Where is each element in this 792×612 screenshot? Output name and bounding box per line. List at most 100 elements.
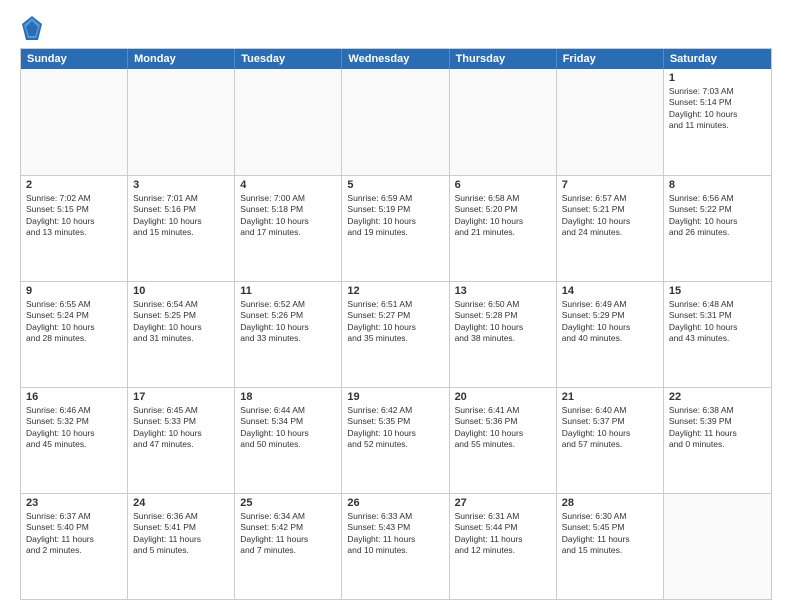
logo-icon [22, 16, 42, 40]
day-number: 14 [562, 285, 658, 297]
day-info: Sunrise: 7:02 AMSunset: 5:15 PMDaylight:… [26, 193, 122, 239]
day-info: Sunrise: 6:51 AMSunset: 5:27 PMDaylight:… [347, 299, 443, 345]
day-number: 20 [455, 391, 551, 403]
day-number: 6 [455, 179, 551, 191]
day-number: 24 [133, 497, 229, 509]
calendar-cell: 16 Sunrise: 6:46 AMSunset: 5:32 PMDayligh… [21, 388, 128, 493]
day-info: Sunrise: 6:33 AMSunset: 5:43 PMDaylight:… [347, 511, 443, 557]
calendar-row: 2 Sunrise: 7:02 AMSunset: 5:15 PMDaylight… [21, 175, 771, 281]
calendar-cell: 28 Sunrise: 6:30 AMSunset: 5:45 PMDayligh… [557, 494, 664, 599]
calendar-cell: 5 Sunrise: 6:59 AMSunset: 5:19 PMDaylight… [342, 176, 449, 281]
day-info: Sunrise: 6:54 AMSunset: 5:25 PMDaylight:… [133, 299, 229, 345]
calendar-header: SundayMondayTuesdayWednesdayThursdayFrid… [21, 49, 771, 69]
calendar: SundayMondayTuesdayWednesdayThursdayFrid… [20, 48, 772, 600]
calendar-header-cell: Wednesday [342, 49, 449, 69]
day-number: 17 [133, 391, 229, 403]
day-info: Sunrise: 6:42 AMSunset: 5:35 PMDaylight:… [347, 405, 443, 451]
calendar-cell: 21 Sunrise: 6:40 AMSunset: 5:37 PMDayligh… [557, 388, 664, 493]
day-number: 2 [26, 179, 122, 191]
day-info: Sunrise: 6:30 AMSunset: 5:45 PMDaylight:… [562, 511, 658, 557]
calendar-row: 16 Sunrise: 6:46 AMSunset: 5:32 PMDayligh… [21, 387, 771, 493]
day-number: 5 [347, 179, 443, 191]
calendar-cell: 9 Sunrise: 6:55 AMSunset: 5:24 PMDaylight… [21, 282, 128, 387]
calendar-cell: 11 Sunrise: 6:52 AMSunset: 5:26 PMDayligh… [235, 282, 342, 387]
calendar-cell: 2 Sunrise: 7:02 AMSunset: 5:15 PMDaylight… [21, 176, 128, 281]
day-number: 8 [669, 179, 766, 191]
day-info: Sunrise: 6:57 AMSunset: 5:21 PMDaylight:… [562, 193, 658, 239]
day-number: 18 [240, 391, 336, 403]
calendar-cell: 7 Sunrise: 6:57 AMSunset: 5:21 PMDaylight… [557, 176, 664, 281]
day-info: Sunrise: 6:44 AMSunset: 5:34 PMDaylight:… [240, 405, 336, 451]
calendar-cell: 19 Sunrise: 6:42 AMSunset: 5:35 PMDayligh… [342, 388, 449, 493]
day-info: Sunrise: 6:41 AMSunset: 5:36 PMDaylight:… [455, 405, 551, 451]
calendar-cell: 23 Sunrise: 6:37 AMSunset: 5:40 PMDayligh… [21, 494, 128, 599]
day-number: 19 [347, 391, 443, 403]
day-info: Sunrise: 6:45 AMSunset: 5:33 PMDaylight:… [133, 405, 229, 451]
day-info: Sunrise: 6:40 AMSunset: 5:37 PMDaylight:… [562, 405, 658, 451]
calendar-header-cell: Monday [128, 49, 235, 69]
day-info: Sunrise: 6:56 AMSunset: 5:22 PMDaylight:… [669, 193, 766, 239]
calendar-cell: 6Sunrise: 6:58 AMSunset: 5:20 PMDaylight… [450, 176, 557, 281]
day-number: 22 [669, 391, 766, 403]
calendar-cell: 18 Sunrise: 6:44 AMSunset: 5:34 PMDayligh… [235, 388, 342, 493]
day-number: 28 [562, 497, 658, 509]
calendar-cell: 15Sunrise: 6:48 AMSunset: 5:31 PMDayligh… [664, 282, 771, 387]
day-number: 16 [26, 391, 122, 403]
day-number: 23 [26, 497, 122, 509]
day-info: Sunrise: 6:34 AMSunset: 5:42 PMDaylight:… [240, 511, 336, 557]
day-number: 13 [455, 285, 551, 297]
header [20, 16, 772, 40]
day-info: Sunrise: 6:55 AMSunset: 5:24 PMDaylight:… [26, 299, 122, 345]
day-info: Sunrise: 6:48 AMSunset: 5:31 PMDaylight:… [669, 299, 766, 345]
day-number: 27 [455, 497, 551, 509]
day-number: 10 [133, 285, 229, 297]
calendar-row: 9 Sunrise: 6:55 AMSunset: 5:24 PMDaylight… [21, 281, 771, 387]
page: SundayMondayTuesdayWednesdayThursdayFrid… [0, 0, 792, 612]
logo [20, 16, 42, 40]
day-info: Sunrise: 6:52 AMSunset: 5:26 PMDaylight:… [240, 299, 336, 345]
day-info: Sunrise: 7:01 AMSunset: 5:16 PMDaylight:… [133, 193, 229, 239]
calendar-cell [128, 69, 235, 175]
calendar-cell: 12Sunrise: 6:51 AMSunset: 5:27 PMDayligh… [342, 282, 449, 387]
day-number: 1 [669, 72, 766, 84]
calendar-cell [21, 69, 128, 175]
day-info: Sunrise: 6:59 AMSunset: 5:19 PMDaylight:… [347, 193, 443, 239]
calendar-cell [342, 69, 449, 175]
calendar-row: 23 Sunrise: 6:37 AMSunset: 5:40 PMDayligh… [21, 493, 771, 599]
calendar-cell: 8 Sunrise: 6:56 AMSunset: 5:22 PMDaylight… [664, 176, 771, 281]
calendar-cell [450, 69, 557, 175]
calendar-cell: 26 Sunrise: 6:33 AMSunset: 5:43 PMDayligh… [342, 494, 449, 599]
calendar-cell: 17 Sunrise: 6:45 AMSunset: 5:33 PMDayligh… [128, 388, 235, 493]
calendar-cell: 13Sunrise: 6:50 AMSunset: 5:28 PMDayligh… [450, 282, 557, 387]
calendar-header-cell: Thursday [450, 49, 557, 69]
day-info: Sunrise: 6:49 AMSunset: 5:29 PMDaylight:… [562, 299, 658, 345]
day-info: Sunrise: 7:03 AMSunset: 5:14 PMDaylight:… [669, 86, 766, 132]
day-info: Sunrise: 6:46 AMSunset: 5:32 PMDaylight:… [26, 405, 122, 451]
day-number: 7 [562, 179, 658, 191]
day-number: 26 [347, 497, 443, 509]
day-info: Sunrise: 6:31 AMSunset: 5:44 PMDaylight:… [455, 511, 551, 557]
calendar-header-cell: Saturday [664, 49, 771, 69]
day-number: 4 [240, 179, 336, 191]
day-info: Sunrise: 6:37 AMSunset: 5:40 PMDaylight:… [26, 511, 122, 557]
calendar-header-cell: Sunday [21, 49, 128, 69]
calendar-cell: 4 Sunrise: 7:00 AMSunset: 5:18 PMDaylight… [235, 176, 342, 281]
day-number: 25 [240, 497, 336, 509]
day-info: Sunrise: 6:38 AMSunset: 5:39 PMDaylight:… [669, 405, 766, 451]
day-number: 3 [133, 179, 229, 191]
day-info: Sunrise: 7:00 AMSunset: 5:18 PMDaylight:… [240, 193, 336, 239]
calendar-header-cell: Tuesday [235, 49, 342, 69]
calendar-cell: 20 Sunrise: 6:41 AMSunset: 5:36 PMDayligh… [450, 388, 557, 493]
calendar-cell: 24 Sunrise: 6:36 AMSunset: 5:41 PMDayligh… [128, 494, 235, 599]
day-number: 9 [26, 285, 122, 297]
calendar-cell: 1 Sunrise: 7:03 AMSunset: 5:14 PMDaylight… [664, 69, 771, 175]
calendar-cell: 22 Sunrise: 6:38 AMSunset: 5:39 PMDayligh… [664, 388, 771, 493]
day-number: 11 [240, 285, 336, 297]
day-number: 21 [562, 391, 658, 403]
calendar-cell: 3 Sunrise: 7:01 AMSunset: 5:16 PMDaylight… [128, 176, 235, 281]
calendar-cell: 14 Sunrise: 6:49 AMSunset: 5:29 PMDayligh… [557, 282, 664, 387]
calendar-cell [664, 494, 771, 599]
calendar-cell [235, 69, 342, 175]
calendar-body: 1 Sunrise: 7:03 AMSunset: 5:14 PMDaylight… [21, 69, 771, 599]
day-info: Sunrise: 6:36 AMSunset: 5:41 PMDaylight:… [133, 511, 229, 557]
